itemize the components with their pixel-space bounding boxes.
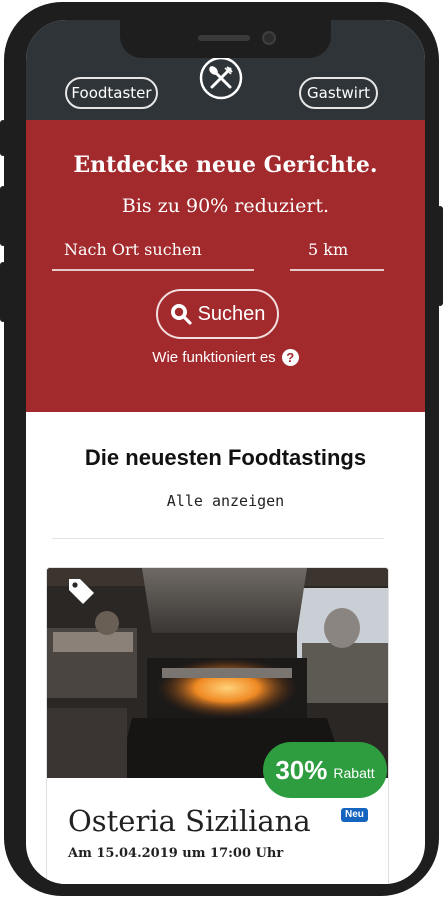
new-badge: Neu xyxy=(341,808,368,822)
show-all-link[interactable]: Alle anzeigen xyxy=(26,492,425,510)
foodtaster-button[interactable]: Foodtaster xyxy=(65,77,158,109)
how-it-works-label: Wie funktioniert es xyxy=(152,349,276,366)
discount-label: Rabatt xyxy=(333,765,375,781)
tasting-date: Am 15.04.2019 um 17:00 Uhr xyxy=(68,846,284,861)
location-search-input[interactable]: Nach Ort suchen xyxy=(52,237,254,271)
hero-title: Entdecke neue Gerichte. xyxy=(73,152,378,178)
hero-subtitle: Bis zu 90% reduziert. xyxy=(121,195,330,217)
phone-notch xyxy=(120,20,331,58)
hero-search: Entdecke neue Gerichte. Bis zu 90% reduz… xyxy=(26,120,425,412)
speaker xyxy=(198,35,250,41)
how-it-works-link[interactable]: Wie funktioniert es ? xyxy=(26,349,425,366)
foodtasting-card[interactable]: 30% Rabatt Osteria Siziliana Neu Am 15.0… xyxy=(46,567,389,884)
phone-screen: Foodtaster Gastwirt Entdecke neue Gerich… xyxy=(26,20,425,884)
latest-section-title: Die neuesten Foodtastings xyxy=(84,445,367,470)
front-camera xyxy=(262,31,276,45)
radius-select[interactable]: 5 km xyxy=(290,237,384,271)
discount-badge: 30% Rabatt xyxy=(263,742,387,798)
phone-frame: Foodtaster Gastwirt Entdecke neue Gerich… xyxy=(4,2,439,896)
search-button[interactable]: Suchen xyxy=(156,289,279,339)
discount-percent: 30% xyxy=(275,754,328,785)
restaurant-name: Osteria Siziliana xyxy=(68,804,311,838)
gastwirt-button[interactable]: Gastwirt xyxy=(299,77,378,109)
fork-knife-icon[interactable] xyxy=(199,56,243,100)
search-icon xyxy=(170,304,192,325)
search-button-label: Suchen xyxy=(197,302,266,325)
divider xyxy=(52,538,384,539)
tag-icon xyxy=(69,579,94,604)
question-circle-icon: ? xyxy=(281,349,299,366)
